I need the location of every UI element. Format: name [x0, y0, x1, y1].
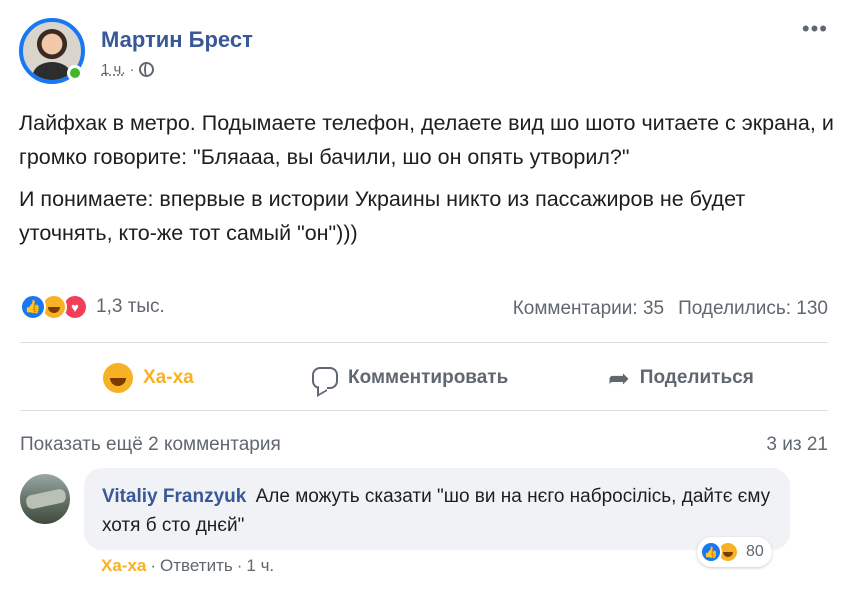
- comment-bubble: Vitaliy Franzyuk Але можуть сказати "шо …: [84, 468, 790, 550]
- haha-reaction-button[interactable]: Ха-ха: [103, 360, 194, 396]
- comment-author-name[interactable]: Vitaliy Franzyuk: [102, 486, 246, 507]
- comment-reaction-count: 80: [746, 543, 764, 560]
- commenter-avatar[interactable]: [20, 474, 70, 524]
- post-paragraph: Лайфхак в метро. Подымаете телефон, дела…: [19, 111, 834, 169]
- post-author-name[interactable]: Мартин Брест: [101, 27, 253, 53]
- comments-page-count: 3 из 21: [766, 434, 828, 455]
- comment-label: Комментировать: [348, 367, 509, 388]
- facebook-post: Мартин Брест 1 ч. · ••• Лайфхак в метро.…: [0, 0, 850, 593]
- share-button[interactable]: ➦ Поделиться: [608, 360, 754, 396]
- comments-count-link[interactable]: Комментарии: 35: [513, 298, 664, 320]
- engagement-counts: Комментарии: 35 Поделились: 130: [513, 298, 828, 320]
- shares-count-link[interactable]: Поделились: 130: [678, 298, 828, 320]
- divider: [20, 342, 828, 343]
- meta-separator: ·: [150, 556, 157, 575]
- haha-label: Ха-ха: [143, 367, 194, 388]
- show-more-comments-link[interactable]: Показать ещё 2 комментария: [20, 434, 281, 456]
- reply-button[interactable]: Ответить: [160, 556, 233, 576]
- post-body: Лайфхак в метро. Подымаете телефон, дела…: [19, 106, 834, 250]
- reaction-count[interactable]: 1,3 тыс.: [96, 296, 165, 318]
- comment-button[interactable]: Комментировать: [312, 360, 508, 396]
- comment-haha-button[interactable]: Ха-ха: [101, 556, 146, 576]
- meta-separator: ·: [236, 556, 243, 575]
- online-status-indicator: [67, 65, 83, 81]
- share-label: Поделиться: [639, 367, 754, 388]
- reactions-summary[interactable]: 👍 ♥ 1,3 тыс.: [20, 294, 165, 320]
- like-icon: 👍: [20, 294, 46, 320]
- comment-timestamp[interactable]: 1 ч.: [246, 556, 274, 576]
- author-avatar[interactable]: [19, 18, 85, 84]
- post-meta: 1 ч. ·: [101, 61, 154, 78]
- comment-icon: [312, 367, 338, 389]
- globe-icon[interactable]: [138, 62, 154, 77]
- divider: [20, 410, 828, 411]
- share-icon: ➦: [608, 363, 630, 393]
- comment-actions: Ха-ха · Ответить · 1 ч.: [101, 556, 274, 576]
- post-paragraph: И понимаете: впервые в истории Украины н…: [19, 187, 746, 245]
- haha-icon: [103, 363, 133, 393]
- comment-reactions[interactable]: 👍 80: [697, 537, 772, 567]
- meta-separator: ·: [129, 61, 135, 78]
- like-icon: 👍: [700, 541, 722, 563]
- more-options-icon[interactable]: •••: [802, 18, 828, 40]
- post-timestamp[interactable]: 1 ч.: [101, 61, 126, 78]
